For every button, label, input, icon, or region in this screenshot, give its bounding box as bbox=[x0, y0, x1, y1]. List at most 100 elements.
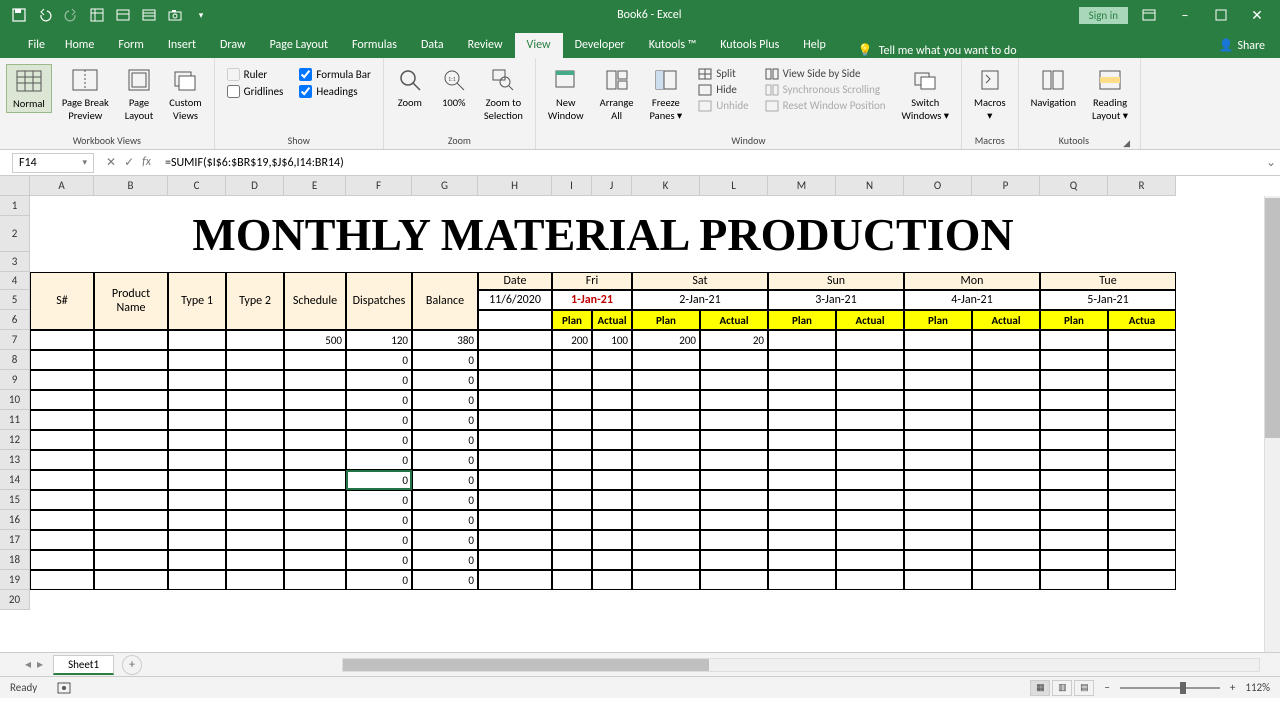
cell[interactable]: 0 bbox=[346, 430, 412, 450]
cell[interactable]: 0 bbox=[412, 370, 478, 390]
cell[interactable] bbox=[30, 410, 94, 430]
cell[interactable] bbox=[972, 470, 1040, 490]
cell[interactable] bbox=[972, 450, 1040, 470]
cell[interactable]: 0 bbox=[346, 410, 412, 430]
cell[interactable]: 0 bbox=[346, 390, 412, 410]
cell[interactable] bbox=[632, 390, 700, 410]
cell[interactable] bbox=[168, 430, 226, 450]
cell[interactable] bbox=[168, 530, 226, 550]
cell[interactable] bbox=[972, 570, 1040, 590]
cell[interactable] bbox=[1108, 490, 1176, 510]
row-header-11[interactable]: 11 bbox=[0, 410, 30, 430]
cell[interactable] bbox=[1040, 370, 1108, 390]
col-header-J[interactable]: J bbox=[592, 176, 632, 196]
col-header-K[interactable]: K bbox=[632, 176, 700, 196]
qat-icon-3[interactable] bbox=[140, 6, 158, 24]
tab-view[interactable]: View bbox=[515, 33, 563, 58]
select-all-corner[interactable] bbox=[0, 176, 30, 196]
col-header-H[interactable]: H bbox=[478, 176, 552, 196]
signin-button[interactable]: Sign in bbox=[1079, 7, 1128, 24]
cell[interactable] bbox=[904, 450, 972, 470]
col-header-R[interactable]: R bbox=[1108, 176, 1176, 196]
cell[interactable] bbox=[168, 570, 226, 590]
hide-button[interactable]: Hide bbox=[696, 82, 750, 97]
cell[interactable] bbox=[94, 530, 168, 550]
undo-icon[interactable] bbox=[36, 6, 54, 24]
close-icon[interactable]: ✕ bbox=[1242, 5, 1272, 25]
zoom-button[interactable]: Zoom bbox=[390, 64, 430, 111]
cell[interactable] bbox=[168, 330, 226, 350]
row-header-9[interactable]: 9 bbox=[0, 370, 30, 390]
freeze-panes-button[interactable]: Freeze Panes ▾ bbox=[643, 64, 688, 124]
cell[interactable] bbox=[94, 550, 168, 570]
side-by-side-button[interactable]: View Side by Side bbox=[763, 66, 888, 81]
tell-me-search[interactable]: 💡 Tell me what you want to do bbox=[838, 43, 1204, 58]
cell[interactable] bbox=[768, 450, 836, 470]
cell[interactable]: 0 bbox=[412, 570, 478, 590]
cell[interactable] bbox=[700, 350, 768, 370]
cell[interactable] bbox=[972, 510, 1040, 530]
cell[interactable]: Actual bbox=[972, 310, 1040, 330]
cell[interactable] bbox=[700, 370, 768, 390]
cell[interactable] bbox=[904, 430, 972, 450]
cell[interactable] bbox=[632, 450, 700, 470]
cell[interactable] bbox=[478, 450, 552, 470]
cell[interactable]: Plan bbox=[904, 310, 972, 330]
row-header-16[interactable]: 16 bbox=[0, 510, 30, 530]
page-layout-button[interactable]: Page Layout bbox=[119, 64, 159, 124]
cell[interactable] bbox=[592, 350, 632, 370]
row-header-13[interactable]: 13 bbox=[0, 450, 30, 470]
cell[interactable] bbox=[836, 470, 904, 490]
cell[interactable] bbox=[700, 470, 768, 490]
cell[interactable] bbox=[94, 450, 168, 470]
cell[interactable]: Plan bbox=[768, 310, 836, 330]
cell[interactable] bbox=[284, 550, 346, 570]
cell[interactable] bbox=[1040, 330, 1108, 350]
cell[interactable] bbox=[30, 330, 94, 350]
spreadsheet-grid[interactable]: ABCDEFGHIJKLMNOPQR 123456789101112131415… bbox=[0, 176, 1280, 652]
ruler-checkbox[interactable]: Ruler bbox=[227, 68, 284, 81]
prev-sheet-icon[interactable]: ◂ bbox=[25, 657, 31, 672]
cell[interactable] bbox=[30, 570, 94, 590]
cell[interactable]: 0 bbox=[346, 370, 412, 390]
cell[interactable] bbox=[94, 490, 168, 510]
cell[interactable]: Mon bbox=[904, 272, 1040, 290]
sheet-tab-sheet1[interactable]: Sheet1 bbox=[53, 655, 114, 675]
cell[interactable] bbox=[592, 470, 632, 490]
col-header-N[interactable]: N bbox=[836, 176, 904, 196]
cell[interactable] bbox=[30, 470, 94, 490]
cell[interactable] bbox=[972, 390, 1040, 410]
cell[interactable]: 0 bbox=[412, 430, 478, 450]
cell[interactable] bbox=[768, 490, 836, 510]
cell[interactable] bbox=[1108, 470, 1176, 490]
cell[interactable]: 0 bbox=[346, 350, 412, 370]
cell[interactable] bbox=[700, 570, 768, 590]
cell[interactable] bbox=[768, 430, 836, 450]
cell[interactable] bbox=[972, 350, 1040, 370]
cell[interactable] bbox=[592, 450, 632, 470]
maximize-icon[interactable] bbox=[1206, 5, 1236, 25]
cell[interactable] bbox=[552, 570, 592, 590]
cell[interactable] bbox=[592, 550, 632, 570]
cell[interactable] bbox=[226, 510, 284, 530]
cell[interactable] bbox=[768, 530, 836, 550]
cell[interactable] bbox=[1040, 470, 1108, 490]
cell[interactable] bbox=[1108, 330, 1176, 350]
cell[interactable] bbox=[94, 410, 168, 430]
cell[interactable]: 200 bbox=[632, 330, 700, 350]
cell[interactable] bbox=[552, 350, 592, 370]
cell[interactable] bbox=[94, 390, 168, 410]
col-header-P[interactable]: P bbox=[972, 176, 1040, 196]
cell[interactable] bbox=[632, 490, 700, 510]
minimize-icon[interactable]: − bbox=[1170, 5, 1200, 25]
cell[interactable] bbox=[552, 370, 592, 390]
row-header-10[interactable]: 10 bbox=[0, 390, 30, 410]
cell[interactable] bbox=[284, 450, 346, 470]
cell[interactable]: 5-Jan-21 bbox=[1040, 290, 1176, 310]
cell[interactable] bbox=[836, 350, 904, 370]
name-box[interactable]: F14▾ bbox=[12, 153, 94, 173]
cell[interactable]: 11/6/2020 bbox=[478, 290, 552, 310]
cell[interactable] bbox=[30, 450, 94, 470]
cell[interactable] bbox=[972, 490, 1040, 510]
expand-formula-bar-icon[interactable]: ⌄ bbox=[1262, 155, 1280, 170]
